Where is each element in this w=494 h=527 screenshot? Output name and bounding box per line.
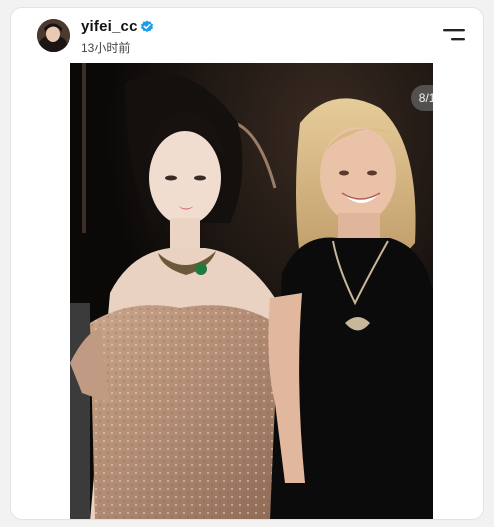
avatar-image [37,19,70,52]
avatar[interactable] [37,19,70,52]
photo-counter: 8/11 [411,85,433,111]
photo-image [70,63,433,519]
verified-badge-icon [141,20,153,33]
menu-icon[interactable] [443,26,465,44]
post-timestamp: 13小时前 [81,41,131,55]
post-photo[interactable]: 8/11 [70,63,433,519]
post-card: yifei_cc 13小时前 8/ [10,7,484,520]
post-header: yifei_cc 13小时前 [11,8,483,64]
username[interactable]: yifei_cc [81,18,138,35]
